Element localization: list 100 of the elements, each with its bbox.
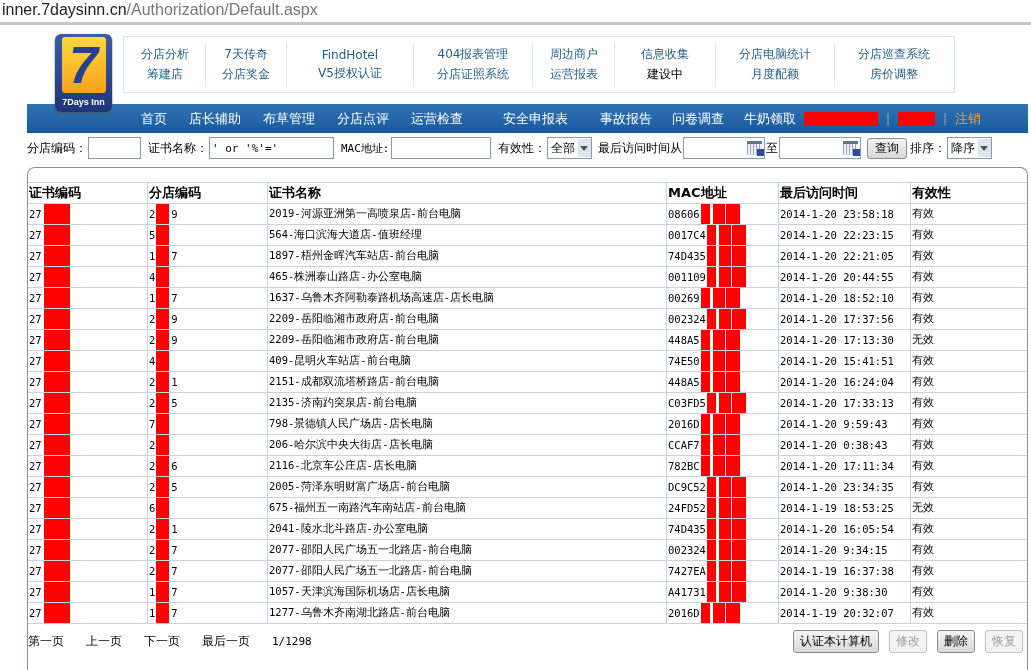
redaction-bar xyxy=(700,204,710,224)
header-link[interactable]: 月度配额 xyxy=(750,66,799,83)
table-cell: 27 xyxy=(29,271,42,283)
sort-select[interactable]: 降序 xyxy=(946,137,992,159)
table-cell: 2016D xyxy=(668,607,700,619)
nav-link[interactable]: 事故报告 xyxy=(600,109,652,128)
table-cell: 00269 xyxy=(668,292,700,304)
pager-link[interactable]: 上一页 xyxy=(86,633,122,650)
table-cell-text: 有效 xyxy=(911,521,935,536)
redaction-bar xyxy=(706,393,716,413)
table-cell: 2116-北京车公庄店-店长电脑 xyxy=(268,456,667,476)
date-field[interactable] xyxy=(778,137,861,159)
table-cell: 7 xyxy=(171,292,178,304)
header-link[interactable]: 信息收集 xyxy=(641,46,690,63)
redaction-bar xyxy=(731,561,746,581)
table-cell-text: 有效 xyxy=(911,542,935,557)
header-link[interactable]: 7天传奇 xyxy=(224,46,268,63)
redaction-bar xyxy=(156,456,170,476)
redaction-bar xyxy=(725,603,740,623)
redaction-bar xyxy=(712,330,725,350)
nav-link[interactable]: 分店点评 xyxy=(337,109,389,128)
table-cell: 2 xyxy=(149,565,156,577)
redaction-bar xyxy=(700,288,710,308)
table-cell: CCAF7 xyxy=(668,439,700,451)
action-button[interactable]: 删除 xyxy=(937,630,975,653)
date-field[interactable] xyxy=(682,137,765,159)
table-cell-text: 有效 xyxy=(911,227,935,242)
nav-separator: | xyxy=(943,111,948,126)
table-cell: 0017C4 xyxy=(668,229,706,241)
header-link[interactable]: 房价调整 xyxy=(870,66,919,83)
table-cell: 7 xyxy=(171,565,178,577)
search-button[interactable]: 查询 xyxy=(866,137,907,159)
redaction-bar xyxy=(731,519,746,539)
validity-select[interactable]: 全部 xyxy=(546,137,592,159)
nav-link[interactable]: 店长辅助 xyxy=(189,109,241,128)
redaction-bar xyxy=(718,309,731,329)
redaction-bar xyxy=(700,351,710,371)
table-cell: 2 xyxy=(149,544,156,556)
address-bar[interactable]: inner.7daysinn.cn/Authorization/Default.aspx xyxy=(0,0,318,22)
table-cell: 448A5 xyxy=(668,376,700,388)
nav-link[interactable]: 布草管理 xyxy=(263,109,315,128)
header-link[interactable]: 分店奖金 xyxy=(222,66,271,83)
action-button[interactable]: 认证本计算机 xyxy=(793,630,879,653)
redaction-bar xyxy=(718,477,731,497)
table-cell: 448A5 xyxy=(668,334,700,346)
table-cell: 2 xyxy=(149,334,156,346)
pager-link[interactable]: 第一页 xyxy=(28,633,64,650)
calendar-icon[interactable] xyxy=(746,141,762,155)
header-link[interactable]: V5授权认证 xyxy=(317,64,382,82)
redaction-bar xyxy=(718,393,731,413)
pager-link[interactable]: 下一页 xyxy=(144,633,180,650)
table-cell: 27 xyxy=(29,565,42,577)
table-cell: 27 xyxy=(29,250,42,262)
cert-name-field[interactable]: ' or '%'=' xyxy=(209,137,334,159)
redaction-bar xyxy=(700,435,710,455)
redaction-bar xyxy=(700,372,710,392)
pager-link[interactable]: 最后一页 xyxy=(202,633,250,650)
mac-field[interactable] xyxy=(390,137,491,159)
table-cell-text: 有效 xyxy=(911,206,935,221)
redaction-bar xyxy=(718,519,731,539)
redaction-bar xyxy=(725,204,740,224)
table-cell: 74E50 xyxy=(668,355,700,367)
redaction-bar xyxy=(43,561,70,581)
header-link[interactable]: 运营报表 xyxy=(549,66,598,83)
redaction-bar xyxy=(731,477,746,497)
column-header: MAC地址 xyxy=(667,183,779,203)
logo: 7 7Days Inn xyxy=(55,34,112,112)
table-cell: C03FD5 xyxy=(668,397,706,409)
header-link[interactable]: 筹建店 xyxy=(146,66,183,83)
table-cell: 2014-1-20 22:23:15 xyxy=(779,225,911,245)
shop-code-field[interactable] xyxy=(88,137,141,159)
table-cell: 2 xyxy=(149,481,156,493)
redaction-bar xyxy=(706,309,716,329)
nav-link[interactable]: 运营检查 xyxy=(411,109,463,128)
header-link[interactable]: 404报表管理 xyxy=(437,46,509,63)
header-link[interactable]: 分店分析 xyxy=(140,46,189,63)
nav-link[interactable]: 首页 xyxy=(141,109,167,128)
header-link[interactable]: 分店证照系统 xyxy=(437,66,509,83)
nav-link[interactable]: 问卷调查 xyxy=(672,109,724,128)
calendar-icon[interactable] xyxy=(842,141,858,155)
table-cell: 2077-邵阳人民广场五一北路店-前台电脑 xyxy=(268,561,667,581)
header-link[interactable]: FindHotel xyxy=(321,47,379,62)
table-cell: 5 xyxy=(171,397,178,409)
redaction-bar xyxy=(156,330,170,350)
header-link[interactable]: 分店巡查系统 xyxy=(858,46,931,63)
nav-link[interactable]: 牛奶领取 xyxy=(744,109,796,128)
header-link[interactable]: 周边商户 xyxy=(549,46,598,63)
table-cell: 74D435 xyxy=(668,250,706,262)
table-cell: 1 xyxy=(149,607,156,619)
nav-link[interactable]: 安全申报表 xyxy=(503,109,568,128)
redaction-bar xyxy=(156,561,170,581)
table-cell: 27 xyxy=(29,586,42,598)
table-cell: 2014-1-20 17:13:30 xyxy=(779,330,911,350)
table-cell: 27 xyxy=(29,544,42,556)
header-link[interactable]: 分店电脑统计 xyxy=(738,46,811,63)
table-cell: 27 xyxy=(29,418,42,430)
table-cell: 564-海口滨海大道店-值班经理 xyxy=(268,225,667,245)
redaction-bar xyxy=(43,498,70,518)
table-cell: 2135-济南趵突泉店-前台电脑 xyxy=(268,393,667,413)
column-header: 证书名称 xyxy=(268,183,667,203)
